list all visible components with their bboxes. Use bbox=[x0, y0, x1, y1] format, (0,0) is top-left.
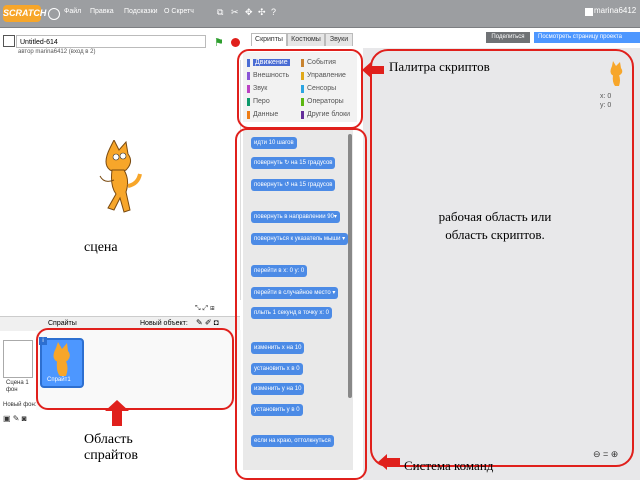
stage-thumbnail[interactable] bbox=[3, 340, 33, 378]
sprite-area-annotation-line1: Область bbox=[84, 432, 133, 447]
scratch-logo[interactable]: SCRATCH bbox=[3, 5, 46, 22]
menu-file[interactable]: Файл bbox=[64, 8, 81, 15]
shrink-icon[interactable]: ✣ bbox=[258, 7, 266, 18]
script-area-highlight-box bbox=[370, 49, 634, 467]
cat-sprite-on-stage[interactable] bbox=[92, 140, 144, 220]
cut-icon[interactable]: ✂ bbox=[231, 7, 239, 18]
grow-icon[interactable]: ✥ bbox=[245, 7, 253, 18]
palette-arrow-icon bbox=[362, 62, 384, 78]
green-flag-icon[interactable]: ⚑ bbox=[214, 36, 224, 49]
menu-bar: SCRATCH Файл Правка Подсказки О Скретч ⧉… bbox=[0, 0, 640, 28]
stage-mode-icon[interactable] bbox=[3, 35, 15, 47]
new-backdrop-label: Новый фон: bbox=[3, 402, 37, 408]
user-avatar[interactable] bbox=[585, 8, 593, 16]
sprite-area-highlight-box bbox=[36, 328, 234, 410]
duplicate-icon[interactable]: ⧉ bbox=[217, 7, 223, 18]
menu-edit[interactable]: Правка bbox=[90, 8, 114, 15]
sprite-area-arrow-icon bbox=[105, 400, 129, 426]
language-globe-icon[interactable] bbox=[48, 8, 60, 20]
tab-costumes[interactable]: Костюмы bbox=[287, 33, 325, 46]
stage-thumbnail-label: Сцена 1 фон bbox=[6, 380, 29, 393]
username[interactable]: marina6412 bbox=[594, 6, 636, 15]
project-title-input[interactable]: Untitled-614 bbox=[16, 35, 206, 48]
tab-sounds[interactable]: Звуки bbox=[325, 33, 353, 46]
sprite-area-annotation: Область спрайтов bbox=[84, 432, 138, 464]
menu-about[interactable]: О Скретч bbox=[164, 8, 194, 15]
sprites-header-label: Спрайты bbox=[48, 320, 77, 327]
stage-size-controls[interactable]: ⤡ ⤢ ⊞ bbox=[195, 305, 215, 313]
paint-sprite-icon[interactable]: ✎ ✐ ◘ bbox=[196, 318, 219, 327]
palette-highlight-box bbox=[237, 49, 363, 129]
menu-tips[interactable]: Подсказки bbox=[124, 8, 158, 15]
stop-button[interactable] bbox=[231, 38, 240, 47]
project-author: автор marina6412 (вход в 2) bbox=[18, 49, 96, 55]
sprite-area-annotation-line2: спрайтов bbox=[84, 448, 138, 463]
backdrop-tools-icon[interactable]: ▣ ✎ ◙ bbox=[3, 414, 27, 423]
command-system-arrow-icon bbox=[378, 454, 400, 470]
see-project-page-button[interactable]: Посмотреть страницу проекта bbox=[534, 32, 640, 43]
share-button[interactable]: Поделиться bbox=[486, 32, 530, 43]
palette-annotation-label: Палитра скриптов bbox=[389, 59, 490, 74]
command-system-annotation-label: Система команд bbox=[404, 458, 494, 473]
tab-scripts[interactable]: Скрипты bbox=[251, 33, 287, 46]
command-system-highlight-box bbox=[235, 128, 367, 480]
new-sprite-label: Новый объект: bbox=[140, 320, 188, 327]
stage-annotation-label: сцена bbox=[84, 240, 118, 255]
help-icon[interactable]: ? bbox=[271, 7, 276, 17]
